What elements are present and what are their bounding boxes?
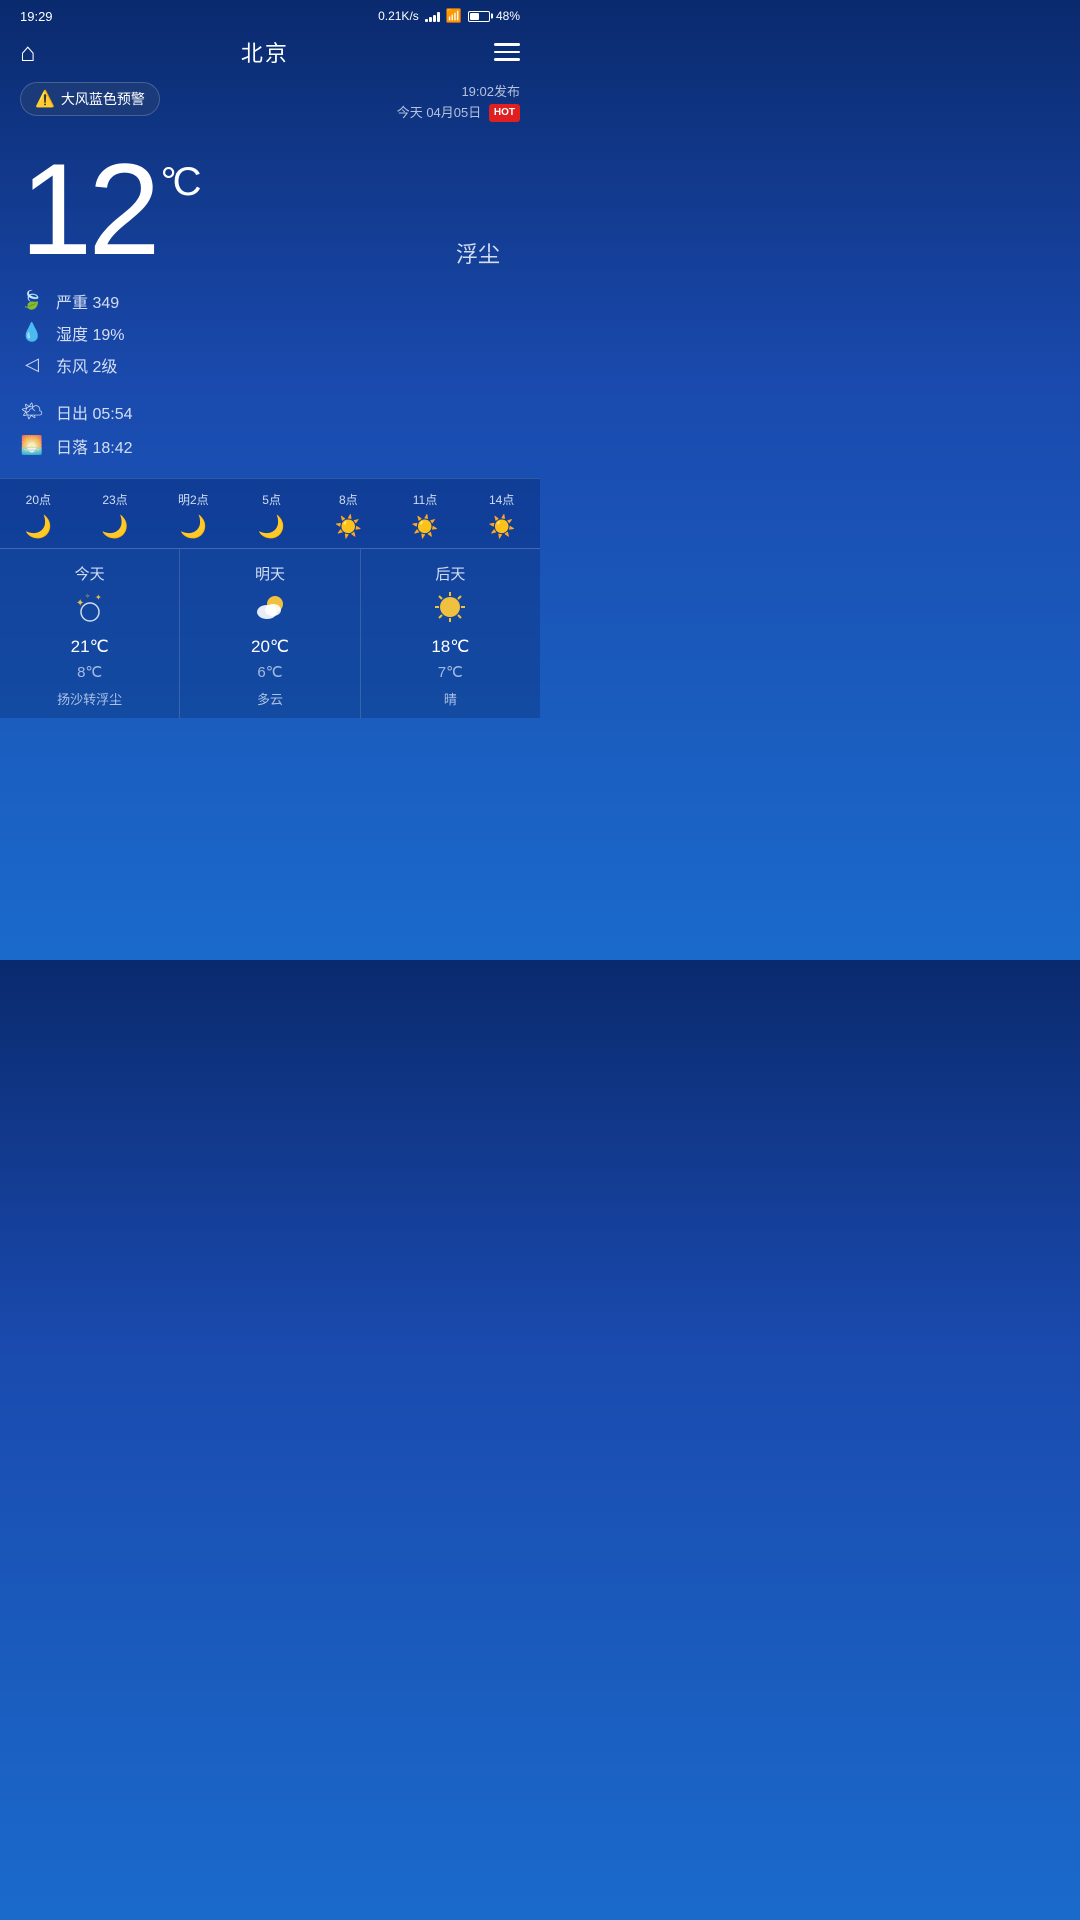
temp-unit: °C (161, 162, 198, 202)
alert-badge[interactable]: ⚠️ 大风蓝色预警 (20, 82, 160, 116)
svg-text:✦: ✦ (95, 593, 102, 602)
daily-forecast: 今天 ✦ ✦ ✧ 21℃ 8℃ 扬沙转浮尘 明天 20℃ 6℃ 多云 (0, 548, 540, 718)
humidity-label: 湿度 19% (56, 321, 125, 345)
date-info: 19:02发布 今天 04月05日 HOT (397, 82, 520, 124)
moon-icon: 🌙 (180, 514, 207, 540)
wind-row: ◁ 东风 2级 (20, 353, 520, 377)
hourly-time: 14点 (489, 491, 514, 508)
daily-high: 21℃ (71, 637, 109, 657)
humidity-icon: 💧 (20, 322, 44, 343)
alert-row: ⚠️ 大风蓝色预警 19:02发布 今天 04月05日 HOT (0, 78, 540, 134)
sun-icon: ☀️ (411, 514, 438, 540)
signal-icon (425, 10, 440, 22)
sunset-icon: 🌅 (20, 435, 44, 456)
hourly-time: 11点 (413, 491, 437, 508)
sunrise-label: 日出 05:54 (56, 400, 133, 424)
wind-icon: ◁ (20, 354, 44, 375)
temperature-section: 12 °C 浮尘 (0, 134, 540, 279)
daily-desc: 扬沙转浮尘 (57, 689, 122, 708)
aqi-label: 严重 349 (56, 289, 119, 313)
moon-icon: 🌙 (258, 514, 285, 540)
daily-weather-icon (253, 590, 287, 631)
daily-item-dayafter: 后天 18℃ 7℃ 晴 (361, 549, 540, 718)
daily-low: 8℃ (77, 663, 102, 681)
moon-icon: 🌙 (25, 514, 52, 540)
svg-text:✧: ✧ (85, 593, 90, 600)
sunset-row: 🌅 日落 18:42 (20, 434, 520, 458)
humidity-row: 💧 湿度 19% (20, 321, 520, 345)
daily-desc: 多云 (257, 689, 283, 708)
status-bar: 19:29 0.21K/s 📶 48% (0, 0, 540, 28)
wind-label: 东风 2级 (56, 353, 117, 377)
publish-time: 19:02发布 (397, 82, 520, 103)
daily-weather-icon (433, 590, 467, 631)
sunrise-row: 🌤 日出 05:54 (20, 400, 520, 424)
warning-icon: ⚠️ (35, 89, 55, 109)
temp-value: 12 (20, 144, 157, 274)
daily-item-tomorrow: 明天 20℃ 6℃ 多云 (180, 549, 360, 718)
daily-weather-icon: ✦ ✦ ✧ (73, 590, 107, 631)
alert-text: 大风蓝色预警 (61, 89, 145, 109)
app-header: ⌂ 北京 (0, 28, 540, 78)
daily-desc: 晴 (444, 689, 457, 708)
city-title[interactable]: 北京 (241, 36, 289, 68)
wifi-icon: 📶 (446, 8, 462, 24)
hourly-item: 8点 ☀️ (335, 491, 362, 540)
sun-icon: ☀️ (488, 514, 515, 540)
hourly-item: 5点 🌙 (258, 491, 285, 540)
sun-icon: ☀️ (335, 514, 362, 540)
hourly-forecast: 20点 🌙 23点 🌙 明2点 🌙 5点 🌙 8点 ☀️ 11点 ☀️ 14点 … (0, 478, 540, 548)
network-speed: 0.21K/s (378, 9, 419, 23)
hourly-item: 明2点 🌙 (178, 491, 209, 540)
current-date: 今天 04月05日 HOT (397, 103, 520, 124)
hot-badge: HOT (489, 104, 520, 122)
battery-percent: 48% (496, 9, 520, 23)
sun-times: 🌤 日出 05:54 🌅 日落 18:42 (0, 392, 540, 478)
battery-icon (468, 11, 490, 22)
big-temperature: 12 °C (20, 144, 520, 274)
leaf-icon: 🍃 (20, 290, 44, 311)
daily-high: 20℃ (251, 637, 289, 657)
status-right: 0.21K/s 📶 48% (378, 8, 520, 24)
status-time: 19:29 (20, 9, 53, 24)
aqi-row: 🍃 严重 349 (20, 289, 520, 313)
hourly-time: 23点 (102, 491, 127, 508)
daily-low: 7℃ (438, 663, 463, 681)
daily-label: 后天 (435, 563, 465, 584)
menu-button[interactable] (494, 43, 520, 61)
daily-label: 今天 (75, 563, 105, 584)
sunrise-icon: 🌤 (20, 401, 44, 422)
hourly-item: 11点 ☀️ (411, 491, 438, 540)
hourly-time: 20点 (26, 491, 51, 508)
svg-text:✦: ✦ (76, 598, 84, 609)
sunset-label: 日落 18:42 (56, 434, 133, 458)
hourly-time: 8点 (339, 491, 358, 508)
daily-item-today: 今天 ✦ ✦ ✧ 21℃ 8℃ 扬沙转浮尘 (0, 549, 180, 718)
moon-icon: 🌙 (101, 514, 128, 540)
daily-label: 明天 (255, 563, 285, 584)
hourly-time: 5点 (262, 491, 281, 508)
home-button[interactable]: ⌂ (20, 37, 36, 68)
hourly-time: 明2点 (178, 491, 209, 508)
daily-low: 6℃ (257, 663, 282, 681)
weather-details: 🍃 严重 349 💧 湿度 19% ◁ 东风 2级 (0, 279, 540, 392)
hourly-item: 14点 ☀️ (488, 491, 515, 540)
hourly-item: 23点 🌙 (101, 491, 128, 540)
daily-high: 18℃ (431, 637, 469, 657)
hourly-item: 20点 🌙 (25, 491, 52, 540)
weather-description: 浮尘 (456, 237, 500, 269)
